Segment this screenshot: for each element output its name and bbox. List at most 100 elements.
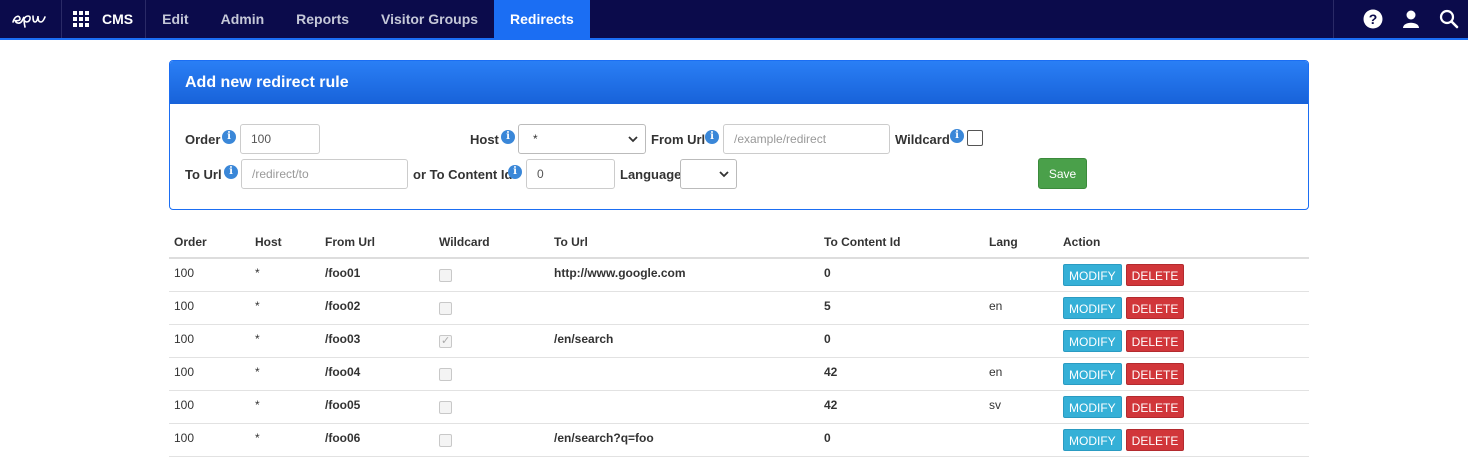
to-url-info-icon[interactable]: i — [224, 165, 238, 179]
svg-text:?: ? — [1369, 11, 1378, 27]
cell-to-content-id: 42 — [819, 390, 984, 424]
cell-actions: MODIFY DELETE — [1058, 291, 1309, 325]
cell-lang — [984, 423, 1058, 457]
table-row: 100 */foo04 42 en MODIFY DELETE — [169, 357, 1309, 391]
table-row: 100 */foo05 42 sv MODIFY DELETE — [169, 390, 1309, 424]
modify-button[interactable]: MODIFY — [1063, 428, 1122, 451]
col-from-url[interactable]: From Url — [320, 226, 434, 259]
episerver-logo[interactable] — [0, 0, 62, 38]
language-select[interactable] — [680, 159, 737, 189]
search-icon[interactable] — [1430, 0, 1468, 38]
host-select[interactable]: * — [518, 124, 646, 154]
host-label: Host — [470, 132, 499, 147]
cell-to-url — [549, 357, 819, 391]
from-url-label: From Url — [651, 132, 706, 147]
grid-apps-icon — [73, 11, 89, 27]
app-switcher[interactable]: CMS — [62, 0, 147, 38]
panel-title: Add new redirect rule — [170, 61, 1308, 104]
cell-host: * — [250, 291, 320, 325]
cell-to-url — [549, 291, 819, 325]
modify-button[interactable]: MODIFY — [1063, 362, 1122, 385]
cell-order: 100 — [169, 390, 250, 424]
cell-order: 100 — [169, 258, 250, 292]
col-lang[interactable]: Lang — [984, 226, 1058, 259]
cell-to-url — [549, 390, 819, 424]
col-order[interactable]: Order — [169, 226, 250, 259]
cell-order: 100 — [169, 357, 250, 391]
delete-button[interactable]: DELETE — [1125, 329, 1185, 352]
cell-lang: sv — [984, 390, 1058, 424]
modify-button[interactable]: MODIFY — [1063, 395, 1122, 418]
order-info-icon[interactable]: i — [222, 130, 236, 144]
cell-from-url: /foo05 — [320, 390, 434, 424]
to-content-info-icon[interactable]: i — [508, 165, 522, 179]
tab-reports[interactable]: Reports — [280, 0, 365, 38]
cell-lang: en — [984, 357, 1058, 391]
from-url-info-icon[interactable]: i — [705, 130, 719, 144]
table-row: 100*/foo03/en/search0 MODIFYDELETE — [169, 324, 1309, 358]
cell-wildcard — [434, 324, 549, 358]
help-icon[interactable]: ? — [1354, 0, 1392, 38]
wildcard-info-icon[interactable]: i — [950, 129, 964, 143]
from-url-input[interactable] — [723, 124, 890, 154]
cell-actions: MODIFY DELETE — [1058, 324, 1309, 358]
tab-admin[interactable]: Admin — [205, 0, 281, 38]
cell-actions: MODIFY DELETE — [1058, 390, 1309, 424]
table-header-row: Order Host From Url Wildcard To Url To C… — [169, 226, 1309, 259]
col-to-url[interactable]: To Url — [549, 226, 819, 259]
add-redirect-panel: Add new redirect rule Order i Host i * F… — [169, 60, 1309, 210]
cell-order: 100 — [169, 423, 250, 457]
host-info-icon[interactable]: i — [501, 130, 515, 144]
col-wildcard[interactable]: Wildcard — [434, 226, 549, 259]
cell-host: * — [250, 324, 320, 358]
chevron-down-icon — [628, 136, 638, 143]
cell-wildcard — [434, 390, 549, 424]
wildcard-readonly-checkbox — [439, 367, 452, 381]
tab-redirects[interactable]: Redirects — [494, 0, 590, 38]
col-to-content-id[interactable]: To Content Id — [819, 226, 984, 259]
cell-lang — [984, 258, 1058, 292]
save-button[interactable]: Save — [1038, 158, 1087, 189]
cell-to-content-id: 42 — [819, 357, 984, 391]
cell-wildcard — [434, 423, 549, 457]
header-tools: ? — [1333, 0, 1468, 38]
delete-button[interactable]: DELETE — [1125, 395, 1185, 418]
table-row: 100 */foo01 http://www.google.com 0 MODIFY DE… — [169, 258, 1309, 292]
cell-to-content-id: 5 — [819, 291, 984, 325]
main-nav: Edit Admin Reports Visitor Groups Redire… — [146, 0, 590, 38]
cell-from-url: /foo01 — [320, 258, 434, 292]
wildcard-readonly-checkbox — [439, 268, 452, 282]
wildcard-readonly-checkbox — [439, 334, 452, 348]
tab-edit[interactable]: Edit — [146, 0, 204, 38]
cell-order: 100 — [169, 324, 250, 358]
cell-from-url: /foo02 — [320, 291, 434, 325]
to-content-id-input[interactable] — [526, 159, 615, 189]
cell-host: * — [250, 357, 320, 391]
delete-button[interactable]: DELETE — [1125, 296, 1185, 319]
cell-actions: MODIFY DELETE — [1058, 423, 1309, 457]
delete-button[interactable]: DELETE — [1125, 428, 1185, 451]
cell-to-content-id: 0 — [819, 324, 984, 358]
wildcard-checkbox[interactable] — [967, 130, 983, 146]
host-select-value: * — [533, 132, 538, 146]
modify-button[interactable]: MODIFY — [1063, 296, 1122, 319]
redirects-table: Order Host From Url Wildcard To Url To C… — [169, 226, 1309, 457]
modify-button[interactable]: MODIFY — [1063, 263, 1122, 286]
to-url-input[interactable] — [241, 159, 408, 189]
col-host[interactable]: Host — [250, 226, 320, 259]
top-nav-bar: CMS Edit Admin Reports Visitor Groups Re… — [0, 0, 1468, 40]
cell-wildcard — [434, 258, 549, 292]
tab-visitor-groups[interactable]: Visitor Groups — [365, 0, 494, 38]
user-icon[interactable] — [1392, 0, 1430, 38]
language-label: Language — [620, 167, 682, 182]
cell-order: 100 — [169, 291, 250, 325]
cell-to-url: http://www.google.com — [549, 258, 819, 292]
app-name: CMS — [102, 11, 134, 27]
modify-button[interactable]: MODIFY — [1063, 329, 1122, 352]
wildcard-readonly-checkbox — [439, 433, 452, 447]
epi-logo-icon — [11, 15, 46, 28]
cell-wildcard — [434, 357, 549, 391]
order-input[interactable] — [240, 124, 320, 154]
delete-button[interactable]: DELETE — [1125, 362, 1185, 385]
delete-button[interactable]: DELETE — [1125, 263, 1185, 286]
